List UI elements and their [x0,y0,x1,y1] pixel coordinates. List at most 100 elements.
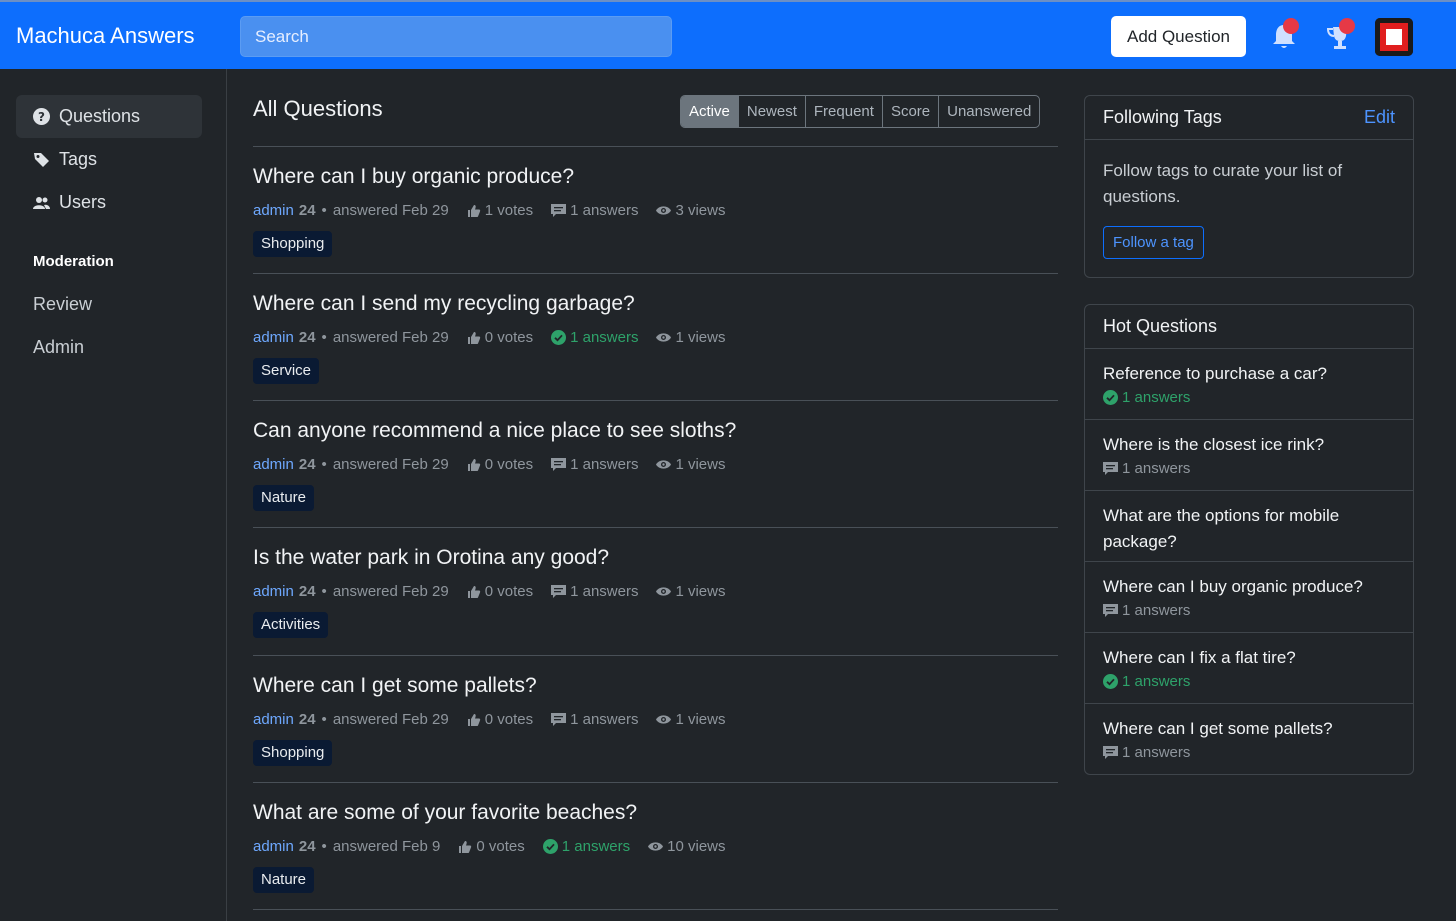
filter-newest[interactable]: Newest [737,96,805,127]
question-meta: admin 24 • answered Feb 29 0 votes 1 answers 1… [253,456,726,473]
brand-logo[interactable]: Machuca Answers [16,23,195,49]
answers-count: 1 answers [551,202,638,219]
hot-question-answers: 1 answers [1103,602,1395,619]
eye-icon [656,333,672,342]
question-tag[interactable]: Shopping [253,231,333,257]
sidebar-item-tags[interactable]: Tags [16,138,202,181]
answers-count: 1 answers [542,838,630,855]
sidebar-item-admin[interactable]: Admin [33,337,84,358]
hot-question-item[interactable]: Where can I buy organic produce? 1 answer… [1085,562,1413,633]
edit-tags-link[interactable]: Edit [1364,107,1395,128]
sidebar-item-questions[interactable]: ? Questions [16,95,202,138]
hot-question-title[interactable]: Where can I buy organic produce? [1103,574,1395,600]
hot-question-title[interactable]: Reference to purchase a car? [1103,361,1395,387]
eye-icon [656,460,672,469]
question-title[interactable]: Where can I get some pallets? [253,674,537,698]
following-tags-title: Following Tags [1103,107,1222,127]
follow-a-tag-button[interactable]: Follow a tag [1103,226,1204,259]
author-link[interactable]: admin [253,456,294,473]
question-title[interactable]: Can anyone recommend a nice place to see… [253,419,736,443]
votes-count: 0 votes [467,583,533,600]
eye-icon [656,715,672,724]
question-row: Where can I buy organic produce? admin 24 •… [253,147,1058,274]
comment-icon [1103,603,1118,617]
author-reputation: 24 [298,202,316,219]
author-reputation: 24 [298,711,316,728]
sidebar-item-review[interactable]: Review [33,294,92,315]
question-tag[interactable]: Service [253,358,320,384]
author-link[interactable]: admin [253,329,294,346]
hot-question-item[interactable]: What are the options for mobile package? [1085,491,1413,562]
left-sidebar: ? Questions Tags Users Moderation Review… [0,69,227,921]
votes-count: 1 votes [467,202,533,219]
hot-questions-list: Reference to purchase a car? 1 answers Whe… [1085,349,1413,775]
eye-icon [656,206,672,215]
achievements-trophy-icon[interactable] [1324,17,1358,53]
views-count: 1 views [656,711,726,728]
hot-question-item[interactable]: Where can I get some pallets? 1 answers [1085,704,1413,775]
question-row: What are some of your favorite beaches? a… [253,783,1058,910]
hot-question-item[interactable]: Where can I fix a flat tire? 1 answers [1085,633,1413,704]
answered-time: answered Feb 29 [332,329,449,346]
answers-count: 1 answers [551,583,638,600]
moderation-heading: Moderation [33,253,114,270]
answered-time: answered Feb 9 [332,838,441,855]
question-title[interactable]: Where can I buy organic produce? [253,165,574,189]
author-link[interactable]: admin [253,838,294,855]
comment-icon [551,203,567,217]
comment-icon [1103,745,1118,759]
question-meta: admin 24 • answered Feb 29 0 votes 1 answers 1… [253,583,726,600]
hot-question-title[interactable]: Where is the closest ice rink? [1103,432,1395,458]
thumbs-up-icon [467,204,480,217]
hot-question-item[interactable]: Reference to purchase a car? 1 answers [1085,349,1413,420]
filter-unanswered[interactable]: Unanswered [938,96,1039,127]
question-tag[interactable]: Activities [253,612,329,638]
eye-icon [656,587,672,596]
user-avatar[interactable] [1375,18,1413,56]
comment-icon [551,457,567,471]
top-navbar: Machuca Answers Add Question [0,0,1456,69]
question-row: Is the water park in Orotina any good? ad… [253,528,1058,655]
sidebar-item-users[interactable]: Users [16,181,202,224]
question-tag[interactable]: Shopping [253,740,333,766]
filter-frequent[interactable]: Frequent [804,96,882,127]
filter-score[interactable]: Score [881,96,938,127]
hot-question-item[interactable]: Where is the closest ice rink? 1 answers [1085,420,1413,491]
answers-count: 1 answers [551,329,638,346]
hot-question-title[interactable]: What are the options for mobile package? [1103,503,1395,555]
question-row: Can anyone recommend a nice place to see… [253,401,1058,528]
author-reputation: 24 [298,583,316,600]
following-tags-panel: Following Tags Edit Follow tags to curat… [1084,95,1414,278]
author-link[interactable]: admin [253,202,294,219]
author-reputation: 24 [298,329,316,346]
separator-dot: • [321,202,327,219]
question-meta: admin 24 • answered Feb 29 1 votes 1 answers 3… [253,202,726,219]
sidebar-item-label: Tags [59,149,98,169]
views-count: 1 views [656,456,726,473]
hot-question-title[interactable]: Where can I fix a flat tire? [1103,645,1395,671]
hot-question-title[interactable]: Where can I get some pallets? [1103,716,1395,742]
answered-time: answered Feb 29 [332,711,449,728]
hot-question-answers: 1 answers [1103,389,1395,406]
question-circle-icon: ? [33,108,50,125]
search-input[interactable] [240,16,672,57]
question-title[interactable]: What are some of your favorite beaches? [253,801,637,825]
answered-time: answered Feb 29 [332,202,449,219]
filter-active[interactable]: Active [681,96,738,127]
hot-questions-panel: Hot Questions Reference to purchase a ca… [1084,304,1414,775]
author-link[interactable]: admin [253,711,294,728]
page-title: All Questions [253,96,383,121]
notifications-bell-icon[interactable] [1268,17,1302,53]
hot-question-answers: 1 answers [1103,673,1395,690]
check-circle-icon [551,330,567,345]
separator-dot: • [321,329,327,346]
question-tag[interactable]: Nature [253,485,315,511]
check-circle-icon [542,839,558,854]
question-title[interactable]: Is the water park in Orotina any good? [253,546,609,570]
hot-questions-title: Hot Questions [1103,316,1218,336]
add-question-button[interactable]: Add Question [1111,16,1246,57]
author-link[interactable]: admin [253,583,294,600]
question-tag[interactable]: Nature [253,867,315,893]
question-title[interactable]: Where can I send my recycling garbage? [253,292,635,316]
answered-time: answered Feb 29 [332,456,449,473]
